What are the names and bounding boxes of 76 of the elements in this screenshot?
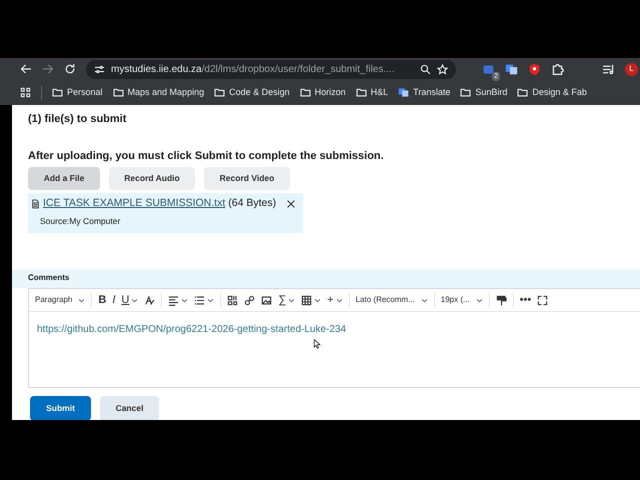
toolbar-button[interactable]: [301, 294, 322, 306]
file-link[interactable]: ICE TASK EXAMPLE SUBMISSION.txt: [43, 196, 226, 212]
toolbar-button[interactable]: [168, 294, 188, 306]
files-heading: (1) file(s) to submit: [27, 112, 128, 127]
submit-button[interactable]: Submit: [30, 396, 91, 420]
profile-avatar[interactable]: L: [625, 62, 638, 76]
url-text: mystudies.iie.edu.za/d2l/lms/dropbox/user/folder_submit_files....: [111, 62, 394, 76]
image-icon: [261, 294, 272, 306]
bookmark[interactable]: SunBird: [460, 86, 508, 100]
back-icon[interactable]: [20, 63, 32, 75]
upload-button[interactable]: Record Video: [204, 167, 290, 190]
mouse-cursor-icon: [313, 337, 323, 351]
toolbar-button[interactable]: B: [98, 292, 106, 308]
toolbar-dropdown[interactable]: Paragraph: [35, 294, 86, 306]
bookmark[interactable]: H&L: [356, 86, 388, 100]
toolbar-button[interactable]: [194, 294, 214, 306]
document-icon: [31, 198, 40, 209]
puzzle-icon[interactable]: [551, 62, 564, 76]
toolbar-button[interactable]: U: [121, 292, 138, 308]
translate-icon: [398, 87, 410, 98]
bookmark[interactable]: Personal: [52, 86, 103, 100]
toolbar-button[interactable]: [496, 294, 507, 306]
folder-icon: [356, 87, 367, 98]
link-icon: [244, 294, 256, 306]
folder-icon: [214, 87, 226, 98]
file-source: Source:My Computer: [39, 214, 122, 228]
apps-icon[interactable]: [20, 87, 31, 98]
folder-icon: [300, 87, 311, 98]
instruction-text: After uploading, you must click Submit to complete the submission.: [27, 148, 385, 164]
caret-icon: [78, 296, 86, 304]
search-icon[interactable]: [420, 64, 431, 74]
folder-icon: [52, 87, 63, 98]
text-format-icon: [144, 294, 156, 306]
folder-icon: [112, 87, 124, 98]
media-queue-icon[interactable]: [602, 62, 615, 76]
toolbar-dropdown[interactable]: 19px (...: [440, 294, 483, 306]
fullscreen-icon: [537, 294, 548, 306]
editor-field[interactable]: Paragraph B I U ∑ + Lato (Recomm... 19px (... ••• https://github.com/EMGPON/prog6221-2026-getting-started-Luke-234: [28, 288, 640, 388]
file-size: (64 Bytes): [228, 196, 276, 211]
paint-roller-icon: [496, 294, 507, 306]
folder-icon: [517, 87, 528, 98]
table-icon: [301, 294, 312, 306]
toolbar-button[interactable]: •••: [520, 292, 532, 308]
comments-label: Comments: [28, 273, 70, 282]
toolbar-button[interactable]: I: [112, 292, 116, 308]
bookmark[interactable]: Maps and Mapping: [112, 86, 204, 100]
translate-icon[interactable]: [505, 62, 518, 76]
toolbar-button[interactable]: [537, 294, 548, 306]
caret-icon: [420, 296, 428, 304]
body-link-text[interactable]: https://github.com/EMGPON/prog6221-2026-getting-started-Luke-234: [29, 312, 640, 348]
folder-icon: [460, 87, 472, 98]
address-bar[interactable]: mystudies.iie.edu.za/d2l/lms/dropbox/user/folder_submit_files....: [86, 60, 456, 78]
caret-icon: [476, 296, 483, 304]
toolbar-button[interactable]: [227, 294, 238, 306]
close-icon[interactable]: [286, 198, 296, 209]
upload-button[interactable]: Record Audio: [109, 167, 195, 190]
shield-icon[interactable]: [528, 62, 541, 76]
media-icon: [227, 294, 238, 306]
extension-icon[interactable]: [482, 62, 495, 76]
toolbar-dropdown[interactable]: Lato (Recomm...: [356, 294, 428, 306]
toolbar-button[interactable]: +: [327, 292, 343, 308]
toolbar-button[interactable]: [244, 294, 256, 306]
cancel-button[interactable]: Cancel: [100, 396, 159, 420]
bookmark[interactable]: Design & Fab: [517, 86, 587, 100]
reload-icon[interactable]: [64, 63, 76, 75]
bookmark[interactable]: Code & Design: [214, 86, 290, 100]
toolbar-button[interactable]: [144, 294, 156, 306]
star-icon[interactable]: [437, 64, 448, 74]
bookmark[interactable]: Horizon: [300, 86, 346, 100]
toolbar-button[interactable]: ∑: [278, 292, 296, 308]
list-icon: [194, 294, 206, 306]
toolbar-button[interactable]: [261, 294, 272, 306]
site-settings-icon[interactable]: [94, 64, 105, 74]
align-icon: [168, 294, 180, 306]
upload-button[interactable]: Add a File: [28, 167, 100, 190]
bookmark[interactable]: Translate: [398, 86, 450, 100]
